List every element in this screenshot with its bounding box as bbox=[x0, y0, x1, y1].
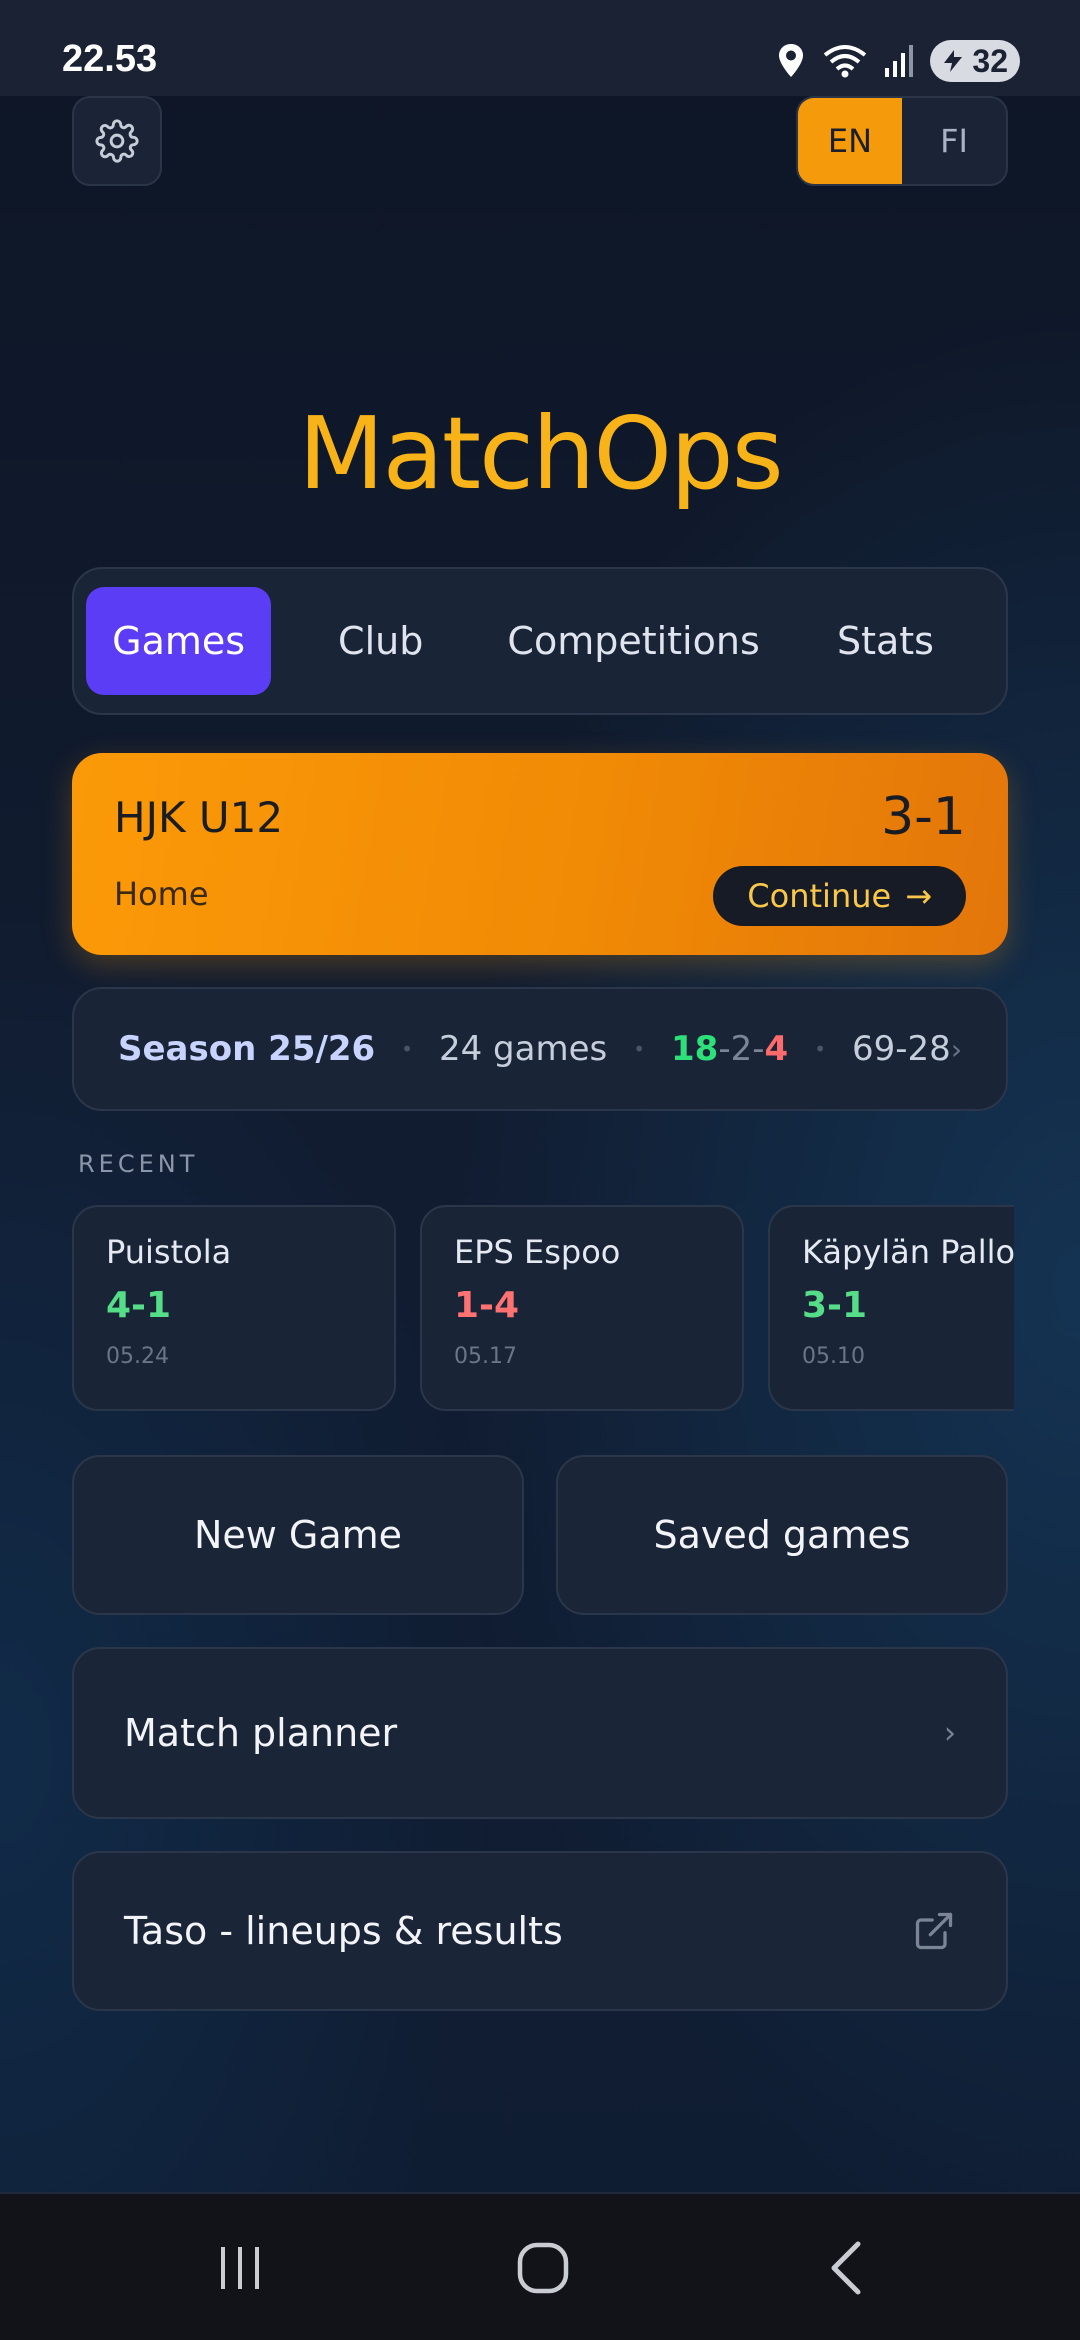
screen: 22.53 32 EN FI MatchOps Games Club Compe… bbox=[0, 0, 1080, 2340]
current-game-venue: Home bbox=[114, 875, 209, 913]
new-game-button[interactable]: New Game bbox=[72, 1455, 524, 1615]
separator-dot: • bbox=[401, 1037, 413, 1061]
back-icon[interactable] bbox=[806, 2238, 886, 2298]
match-planner-button[interactable]: Match planner › bbox=[72, 1647, 1008, 1819]
season-name: Season 25/26 bbox=[118, 1029, 376, 1069]
current-game-team: HJK U12 bbox=[114, 793, 284, 842]
season-games: 24 games bbox=[438, 1029, 608, 1069]
continue-button[interactable]: Continue → bbox=[713, 866, 966, 926]
current-game-card[interactable]: HJK U12 3-1 Home Continue → bbox=[72, 753, 1008, 955]
recent-game-card[interactable]: Puistola 4-1 05.24 bbox=[72, 1205, 396, 1411]
season-losses: 4 bbox=[764, 1029, 789, 1069]
battery-icon: 32 bbox=[930, 40, 1020, 82]
main-tabs: Games Club Competitions Stats bbox=[72, 567, 1008, 715]
separator-dot: • bbox=[633, 1037, 646, 1061]
season-draws: 2 bbox=[730, 1029, 753, 1069]
season-summary[interactable]: Season 25/26 • 24 games • 18-2-4 • 69-28… bbox=[72, 987, 1008, 1111]
taso-label: Taso - lineups & results bbox=[124, 1909, 563, 1953]
saved-games-label: Saved games bbox=[653, 1513, 911, 1557]
record-separator: - bbox=[718, 1029, 731, 1069]
recent-opponent: Käpylän Pallo bbox=[802, 1233, 1014, 1271]
recent-game-card[interactable]: EPS Espoo 1-4 05.17 bbox=[420, 1205, 744, 1411]
status-bar: 22.53 32 bbox=[0, 0, 1080, 96]
separator-dot: • bbox=[814, 1037, 827, 1061]
season-goals: 69-28 bbox=[852, 1029, 951, 1069]
continue-label: Continue bbox=[747, 877, 892, 915]
arrow-right-icon: → bbox=[905, 877, 932, 915]
home-icon[interactable] bbox=[503, 2238, 583, 2298]
saved-games-button[interactable]: Saved games bbox=[556, 1455, 1008, 1615]
season-record: 18-2-4 bbox=[671, 1029, 788, 1069]
current-game-score: 3-1 bbox=[881, 787, 966, 847]
status-icons: 32 bbox=[776, 40, 1020, 82]
season-wins: 18 bbox=[671, 1029, 719, 1069]
battery-level: 32 bbox=[972, 42, 1008, 79]
recent-opponent: Puistola bbox=[106, 1233, 232, 1271]
taso-link-button[interactable]: Taso - lineups & results bbox=[72, 1851, 1008, 2011]
chevron-right-icon: › bbox=[944, 1715, 956, 1751]
app-title: MatchOps bbox=[298, 395, 783, 512]
recent-opponent: EPS Espoo bbox=[454, 1233, 621, 1271]
recent-result: 1-4 bbox=[454, 1285, 520, 1326]
location-icon bbox=[776, 43, 806, 79]
recent-date: 05.10 bbox=[802, 1344, 865, 1369]
recent-game-card[interactable]: Käpylän Pallo 3-1 05.10 bbox=[768, 1205, 1014, 1411]
recent-label: RECENT bbox=[78, 1150, 199, 1178]
tab-club[interactable]: Club bbox=[271, 587, 490, 695]
settings-button[interactable] bbox=[72, 96, 162, 186]
lang-en-button[interactable]: EN bbox=[798, 98, 902, 184]
system-nav-bar bbox=[0, 2192, 1080, 2340]
wifi-icon bbox=[822, 43, 868, 79]
match-planner-label: Match planner bbox=[124, 1711, 398, 1755]
recent-result: 3-1 bbox=[802, 1285, 868, 1326]
record-separator: - bbox=[752, 1029, 765, 1069]
external-link-icon bbox=[912, 1909, 956, 1953]
gear-icon bbox=[95, 119, 139, 163]
status-time: 22.53 bbox=[62, 38, 158, 80]
recent-date: 05.17 bbox=[454, 1344, 517, 1369]
tab-stats[interactable]: Stats bbox=[777, 587, 994, 695]
lang-fi-button[interactable]: FI bbox=[902, 98, 1006, 184]
language-toggle: EN FI bbox=[796, 96, 1008, 186]
tab-games[interactable]: Games bbox=[86, 587, 272, 695]
tab-competitions[interactable]: Competitions bbox=[490, 587, 777, 695]
new-game-label: New Game bbox=[193, 1513, 403, 1557]
recent-games-list[interactable]: Puistola 4-1 05.24 EPS Espoo 1-4 05.17 K… bbox=[72, 1205, 1014, 1411]
recent-apps-icon[interactable] bbox=[200, 2238, 280, 2298]
recent-result: 4-1 bbox=[106, 1285, 172, 1326]
chevron-right-icon: › bbox=[950, 1032, 963, 1066]
recent-date: 05.24 bbox=[106, 1344, 169, 1369]
signal-icon bbox=[884, 44, 914, 78]
